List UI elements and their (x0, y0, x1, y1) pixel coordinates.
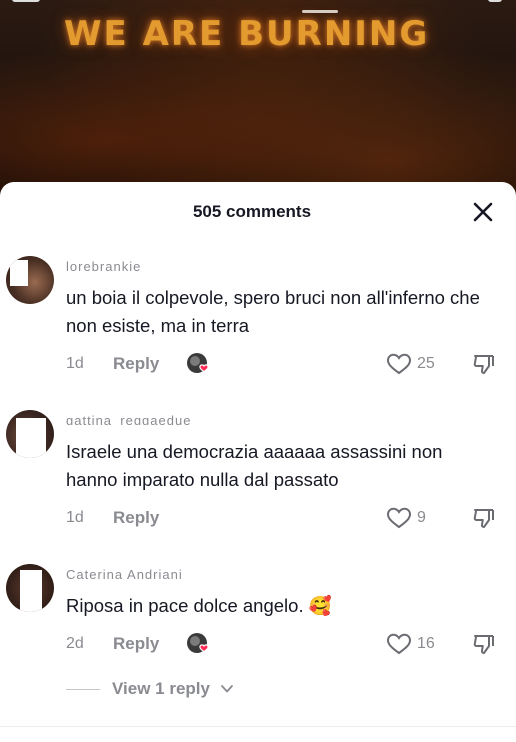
comment-username[interactable]: gattina_reggaedue (66, 413, 191, 425)
creator-like-icon (187, 353, 209, 373)
progress-indicator (302, 10, 338, 13)
avatar[interactable] (6, 256, 54, 304)
bottom-divider (0, 726, 516, 727)
comment-actions: 1d Reply 25 (66, 352, 506, 376)
creator-like-icon (187, 633, 209, 653)
like-count: 25 (417, 355, 435, 372)
close-button[interactable] (470, 199, 496, 225)
creator-like-badge (186, 632, 212, 656)
reply-button[interactable]: Reply (113, 634, 159, 654)
video-preview[interactable]: WE ARE BURNING (0, 0, 516, 200)
dislike-icon (473, 509, 494, 528)
like-count: 16 (417, 635, 435, 652)
avatar[interactable] (6, 410, 54, 458)
dislike-icon (473, 635, 494, 654)
avatar[interactable] (6, 564, 54, 612)
comments-sheet: 505 comments lorebrankie un boia il colp… (0, 182, 516, 742)
comment-count: 505 comments (192, 202, 312, 221)
comment-actions: 1d Reply 9 (66, 506, 506, 530)
dislike-button[interactable] (472, 632, 496, 656)
dislike-button[interactable] (472, 506, 496, 530)
comment-time: 1d (66, 509, 84, 526)
like-button[interactable]: 9 (386, 506, 456, 530)
close-icon (473, 202, 493, 222)
replies-divider (66, 689, 100, 690)
avatar-redaction (10, 260, 28, 286)
dislike-button[interactable] (472, 352, 496, 376)
like-button[interactable]: 16 (386, 632, 456, 656)
video-title: WE ARE BURNING (64, 14, 430, 54)
status-bar-left (12, 0, 40, 2)
reply-button[interactable]: Reply (113, 354, 159, 374)
comment-text: Israele una democrazia aaaaaa assassini … (66, 441, 443, 490)
like-count: 9 (417, 509, 426, 526)
reply-button[interactable]: Reply (113, 508, 159, 528)
comment-text: Riposa in pace dolce angelo. 🥰 (66, 595, 332, 616)
comment-time: 1d (66, 355, 84, 372)
heart-outline-icon (386, 507, 412, 529)
comment-actions: 2d Reply 16 (66, 632, 506, 656)
chevron-down-icon (221, 685, 233, 693)
comment-username[interactable]: lorebrankie (66, 259, 141, 271)
view-replies-label: View 1 reply (112, 679, 210, 698)
status-bar-right (488, 0, 502, 2)
creator-like-badge (186, 352, 212, 376)
heart-outline-icon (386, 633, 412, 655)
dislike-icon (473, 355, 494, 374)
sheet-header: 505 comments (0, 182, 516, 238)
comment-text: un boia il colpevole, spero bruci non al… (66, 287, 480, 336)
comment-username[interactable]: Caterina Andriani (66, 567, 183, 579)
like-button[interactable]: 25 (386, 352, 456, 376)
avatar-redaction (20, 570, 42, 612)
comment-time: 2d (66, 635, 84, 652)
heart-outline-icon (386, 353, 412, 375)
avatar-redaction (16, 418, 46, 458)
view-replies-button[interactable]: View 1 reply (66, 678, 266, 700)
